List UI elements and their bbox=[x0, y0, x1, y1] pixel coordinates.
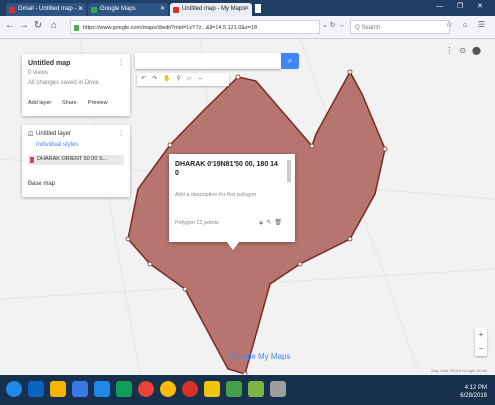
feature-info-popup: DHARAK 0'19N81'50 00, 180 14 0 Add a des… bbox=[169, 154, 295, 250]
taskbar-icon[interactable] bbox=[72, 381, 88, 397]
layer-card: ☑ Untitled layer ⋮ Individual styles DHA… bbox=[22, 125, 130, 197]
taskbar-icon[interactable] bbox=[160, 381, 176, 397]
map-save-status: All changes saved in Drive bbox=[28, 80, 99, 86]
browser-menu-icons[interactable]: ☆ ⌂ ☰ bbox=[445, 20, 489, 29]
base-map-toggle[interactable]: Base map bbox=[28, 181, 55, 187]
secure-lock-icon bbox=[74, 25, 79, 31]
close-tab-icon[interactable]: ✕ bbox=[244, 3, 249, 16]
address-bar[interactable]: https://www.google.com/maps/d/edit?mid=1… bbox=[70, 20, 320, 34]
zoom-controls[interactable]: + − bbox=[475, 328, 487, 356]
layer-style-link[interactable]: Individual styles bbox=[36, 142, 78, 148]
taskbar-icon[interactable] bbox=[270, 381, 286, 397]
browser-search-box[interactable]: Q Search bbox=[350, 20, 450, 34]
map-top-right-icons[interactable]: ⋮⊙⬤ bbox=[445, 46, 487, 55]
taskbar-icon[interactable] bbox=[182, 381, 198, 397]
add-layer-button[interactable]: Add layer bbox=[28, 100, 51, 106]
new-tab-button[interactable] bbox=[255, 4, 261, 13]
polygon-swatch-icon bbox=[30, 157, 34, 163]
taskbar-icon[interactable] bbox=[226, 381, 242, 397]
tab-label: Untitled map - My Maps bbox=[182, 6, 246, 12]
forward-icon[interactable]: → bbox=[18, 20, 30, 31]
tab-label: Gmail - Untitled map - ... bbox=[18, 6, 84, 12]
share-button[interactable]: Share bbox=[62, 100, 77, 106]
popup-actions-icons[interactable]: ⬙✎🗑 bbox=[259, 219, 285, 226]
window-controls[interactable]: — ❐ ✕ bbox=[436, 2, 489, 10]
feature-label[interactable]: DHARAK ORIENT 50 00 S... bbox=[37, 156, 107, 162]
home-icon[interactable]: ⌂ bbox=[48, 20, 60, 31]
back-icon[interactable]: ← bbox=[4, 20, 16, 31]
layer-checkbox[interactable]: ☑ bbox=[28, 131, 33, 138]
clock-date: 6/28/2018 bbox=[460, 393, 487, 399]
map-title[interactable]: Untitled map bbox=[28, 60, 70, 67]
popup-scrollbar[interactable] bbox=[287, 160, 291, 182]
layer-name[interactable]: Untitled layer bbox=[36, 131, 71, 137]
taskbar-icon[interactable] bbox=[50, 381, 66, 397]
gmail-favicon-icon bbox=[9, 7, 15, 13]
taskbar-icon[interactable] bbox=[138, 381, 154, 397]
mymaps-favicon-icon bbox=[173, 7, 179, 13]
start-button-icon[interactable] bbox=[6, 381, 22, 397]
map-info-card: Untitled map ⋮ 0 views All changes saved… bbox=[22, 54, 130, 116]
map-search-input[interactable] bbox=[135, 53, 281, 69]
system-tray-clock[interactable]: 4:12 PM 6/28/2018 bbox=[460, 384, 487, 400]
browser-tab-gmail[interactable]: Gmail - Untitled map - ... ✕ bbox=[6, 3, 86, 16]
browser-tab-maps[interactable]: Google Maps ✕ bbox=[88, 3, 168, 16]
reload-icon[interactable]: ↻ bbox=[32, 20, 44, 31]
popup-description[interactable]: Add a description for this polygon bbox=[175, 192, 256, 198]
browser-tab-mymaps-active[interactable]: Untitled map - My Maps ✕ bbox=[170, 3, 252, 16]
popup-meta: Polygon 12 points bbox=[175, 220, 219, 226]
map-drawing-toolbar[interactable]: ↶↷✋⚲▱⇔ bbox=[137, 73, 229, 86]
clock-time: 4:12 PM bbox=[464, 385, 487, 391]
taskbar-icon[interactable] bbox=[116, 381, 132, 397]
more-options-icon[interactable]: ⋮ bbox=[118, 59, 124, 66]
map-views: 0 views bbox=[28, 70, 49, 76]
taskbar-icon[interactable] bbox=[248, 381, 264, 397]
close-tab-icon[interactable]: ✕ bbox=[78, 3, 83, 16]
taskbar-icon[interactable] bbox=[28, 381, 44, 397]
google-logo: Google My Maps bbox=[230, 352, 291, 361]
close-tab-icon[interactable]: ✕ bbox=[160, 3, 165, 16]
url-text: https://www.google.com/maps/d/edit?mid=1… bbox=[83, 25, 258, 31]
taskbar-icon[interactable] bbox=[204, 381, 220, 397]
address-actions[interactable]: ⌄ ↻ → bbox=[322, 21, 345, 29]
map-attribution[interactable]: Map data ©2018 Google Terms bbox=[431, 368, 487, 373]
tab-label: Google Maps bbox=[100, 6, 136, 12]
taskbar-icon[interactable] bbox=[94, 381, 110, 397]
popup-title[interactable]: DHARAK 0'19N81'50 00, 180 14 0 bbox=[175, 160, 281, 178]
layer-options-icon[interactable]: ⋮ bbox=[118, 130, 124, 137]
search-icon[interactable]: ⌕ bbox=[281, 53, 299, 69]
maps-favicon-icon bbox=[91, 7, 97, 13]
preview-button[interactable]: Preview bbox=[88, 100, 108, 106]
